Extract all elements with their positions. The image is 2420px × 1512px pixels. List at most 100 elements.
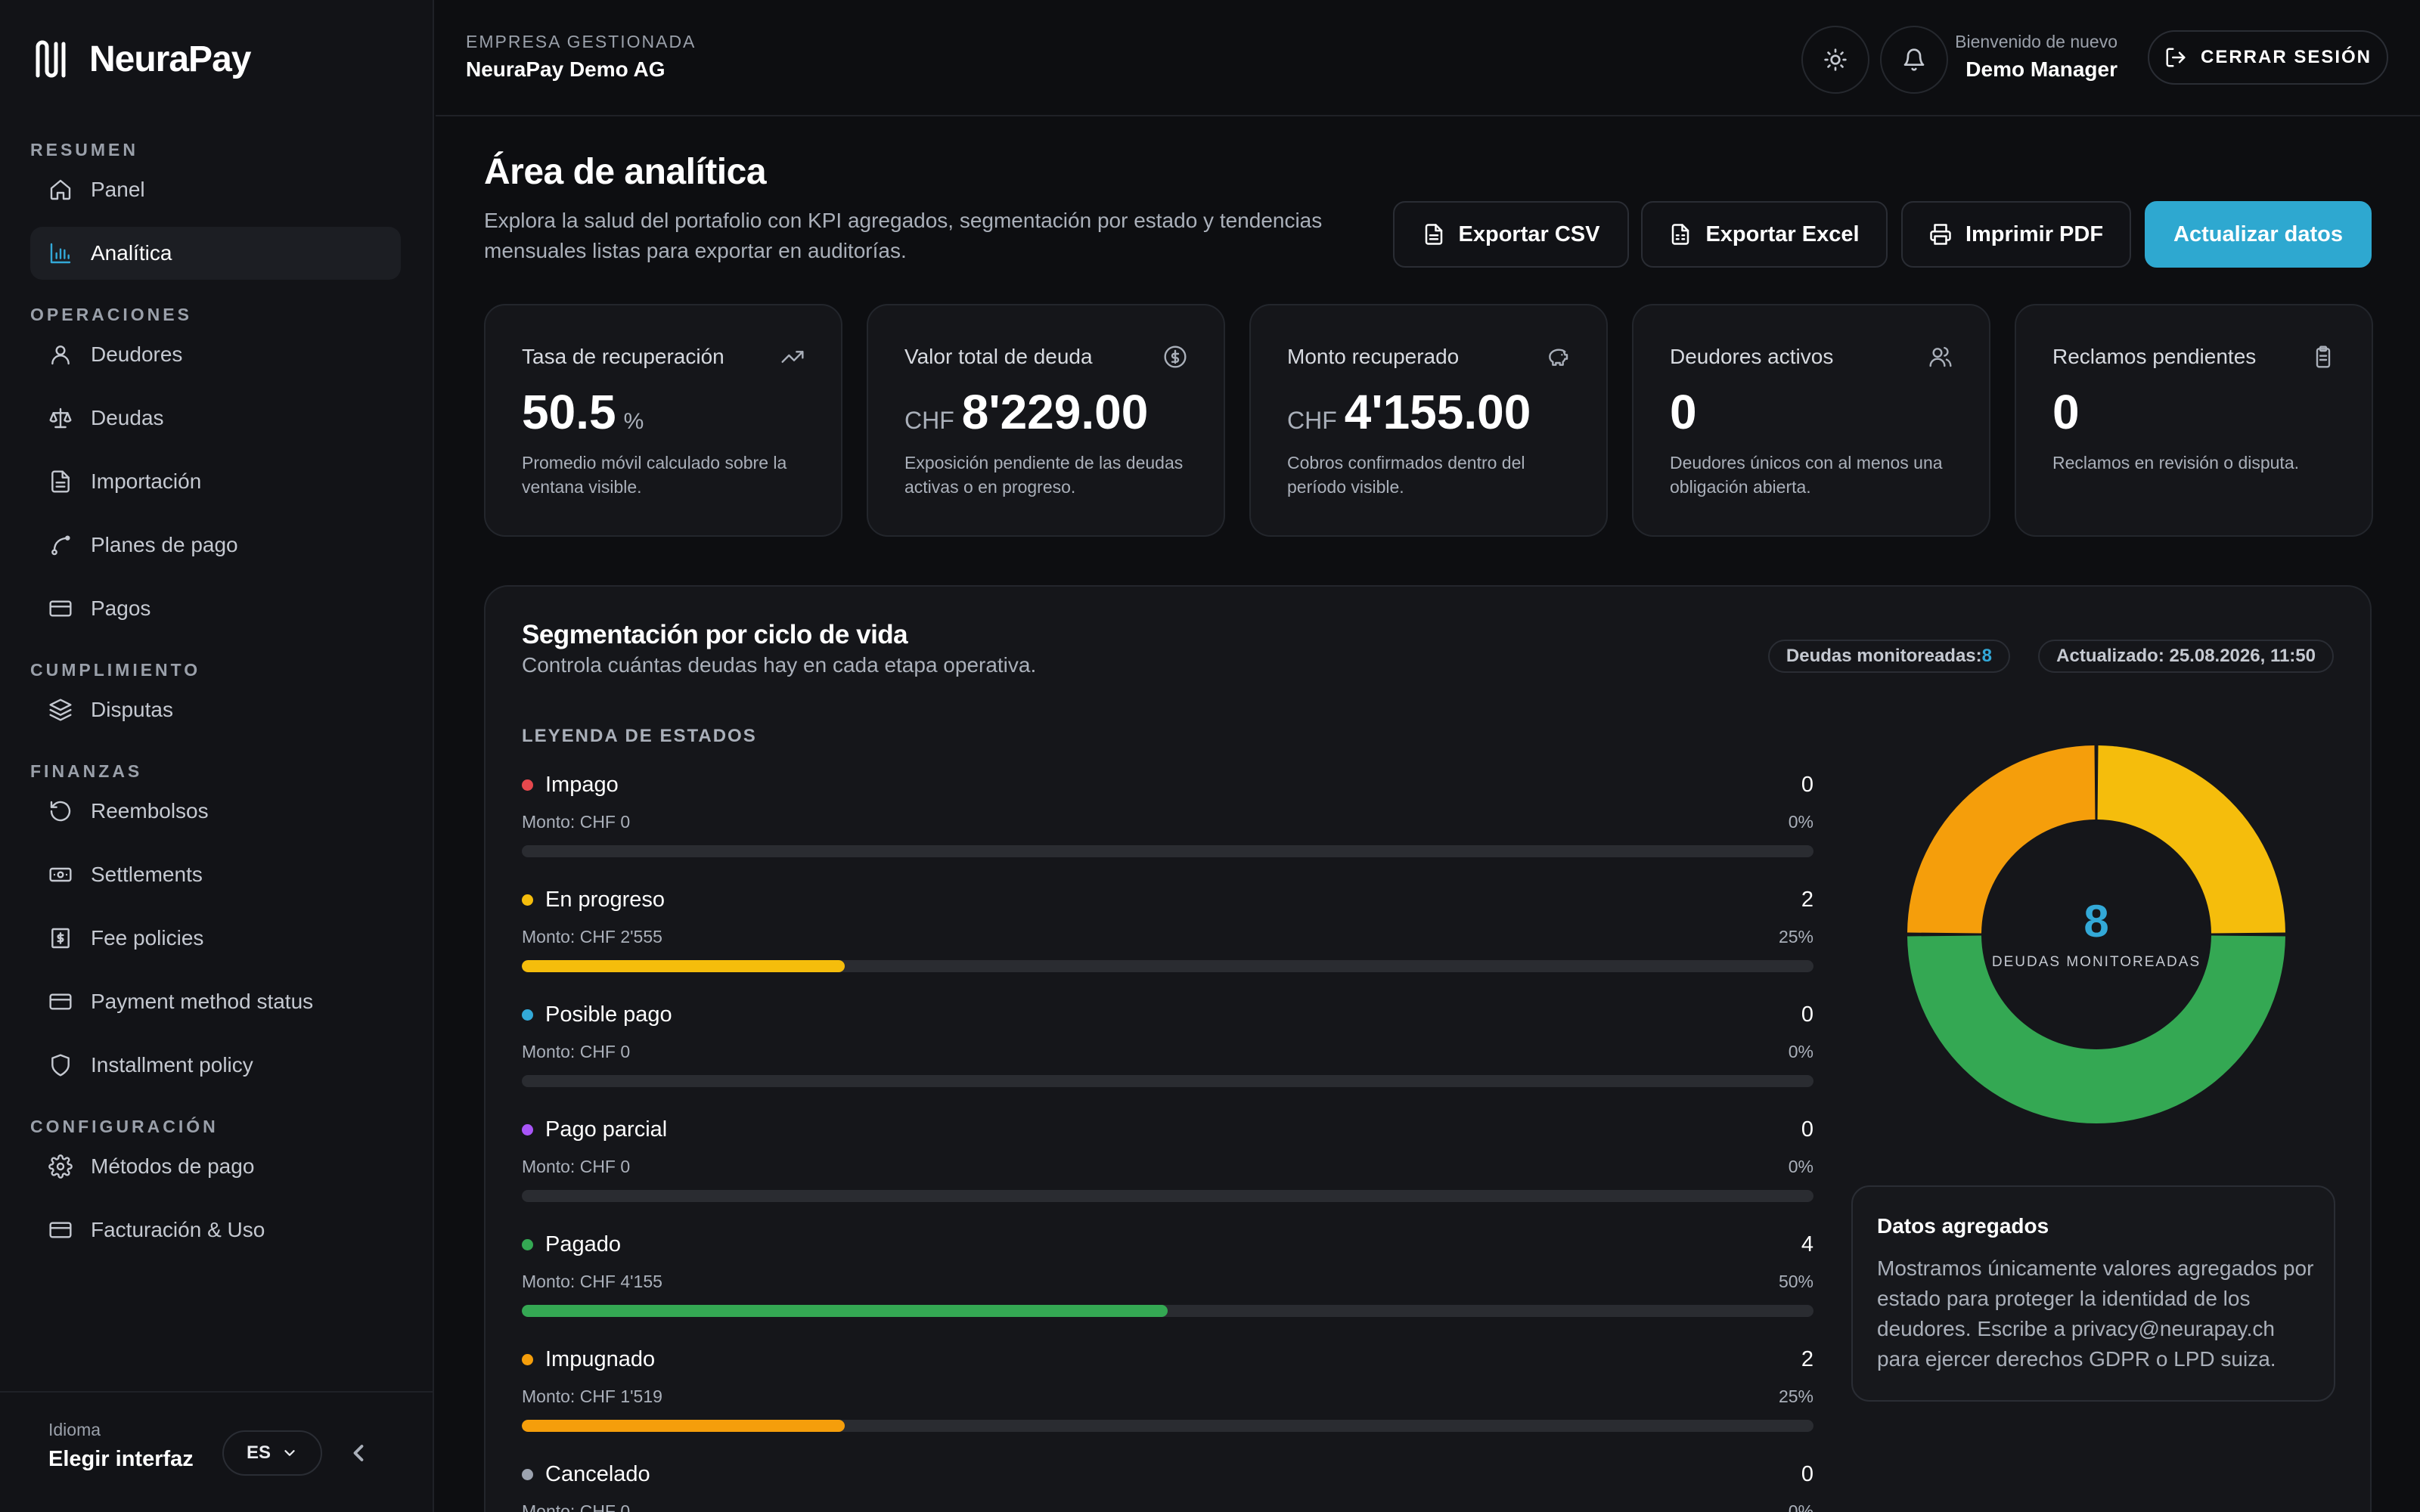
status-amount: Monto: CHF 4'155 <box>522 1272 662 1291</box>
status-name: Impago <box>545 773 619 797</box>
theme-toggle-button[interactable] <box>1801 26 1869 94</box>
status-amount: Monto: CHF 0 <box>522 1501 631 1512</box>
sidebar-item-settlements[interactable]: Settlements <box>30 848 401 901</box>
status-name: Impugnado <box>545 1347 656 1371</box>
monitored-debts-value: 8 <box>1981 646 1992 666</box>
file-spreadsheet-icon <box>1672 224 1689 245</box>
export-csv-button[interactable]: Exportar CSV <box>1393 201 1629 268</box>
users-icon <box>1929 346 1952 367</box>
nav-group-title: FINANZAS <box>30 761 143 781</box>
sidebar-item-fee-policies[interactable]: Fee policies <box>30 912 401 965</box>
refresh-icon <box>50 801 71 822</box>
kpi-value: 4'155.00 <box>1344 385 1531 439</box>
status-count: 0 <box>1801 1462 1813 1486</box>
sidebar-item-label: Settlements <box>91 863 203 886</box>
sidebar-item-importacion[interactable]: Importación <box>30 455 401 508</box>
user-name: Demo Manager <box>1965 57 2118 81</box>
kpi-value-group: 50.5% <box>522 384 644 440</box>
bell-icon <box>1903 48 1925 71</box>
kpi-value-group: CHF 8'229.00 <box>904 384 1148 440</box>
status-progress-track <box>522 1420 1813 1432</box>
sidebar-item-label: Fee policies <box>91 926 204 950</box>
notifications-button[interactable] <box>1880 26 1948 94</box>
status-percentage: 0% <box>1788 1501 1813 1512</box>
sidebar-item-metodos-de-pago[interactable]: Métodos de pago <box>30 1140 401 1193</box>
status-percentage: 0% <box>1788 1157 1813 1176</box>
status-amount: Monto: CHF 0 <box>522 1042 631 1061</box>
status-row: Pagado 4 Monto: CHF 4'155 50% <box>522 1232 1813 1323</box>
export-excel-button[interactable]: Exportar Excel <box>1641 201 1888 268</box>
language-select[interactable]: ES <box>222 1430 322 1476</box>
user-icon <box>51 345 70 365</box>
recovered-amount-card: Monto recuperado CHF 4'155.00 Cobros confir… <box>1249 304 1608 537</box>
kpi-value: 50.5 <box>522 385 616 439</box>
gear-icon <box>48 1154 73 1179</box>
home-icon <box>50 179 71 200</box>
sidebar-item-label: Panel <box>91 178 145 201</box>
export-csv-label: Exportar CSV <box>1458 222 1600 246</box>
status-count: 2 <box>1801 888 1813 912</box>
page-title: Área de analítica <box>484 152 767 192</box>
sidebar-item-disputas[interactable]: Disputas <box>30 683 401 736</box>
scale-icon <box>49 407 72 429</box>
status-percentage: 25% <box>1778 927 1813 947</box>
kpi-value: 8'229.00 <box>961 385 1149 439</box>
brand[interactable]: NeuraPay <box>33 38 251 80</box>
kpi-currency: CHF <box>1287 407 1337 434</box>
recovery-rate-card: Tasa de recuperación 50.5% Promedio móvil … <box>484 304 842 537</box>
sidebar-item-planes-de-pago[interactable]: Planes de pago <box>30 519 401 572</box>
sidebar-item-pagos[interactable]: Pagos <box>30 582 401 635</box>
sidebar-item-label: Pagos <box>91 596 151 620</box>
status-progress-track <box>522 1075 1813 1087</box>
pending-claims-card: Reclamos pendientes 0 Reclamos en revisión… <box>2015 304 2373 537</box>
kpi-description: Cobros confirmados dentro del período vi… <box>1287 453 1525 497</box>
brand-name: NeuraPay <box>89 39 251 79</box>
status-row: En progreso 2 Monto: CHF 2'555 25% <box>522 888 1813 978</box>
segmentation-subtitle: Controla cuántas deudas hay en cada etap… <box>522 653 1037 677</box>
sidebar-item-label: Métodos de pago <box>91 1154 255 1178</box>
chevron-down-icon <box>284 1450 295 1456</box>
kpi-value: 0 <box>1670 385 1697 439</box>
aggregated-data-notice: Datos agregados Mostramos únicamente val… <box>1851 1185 2335 1402</box>
active-debtors-card: Deudores activos 0 Deudores únicos con al … <box>1632 304 1990 537</box>
segmentation-panel: Segmentación por ciclo de vida Controla … <box>484 585 2372 1512</box>
file-icon <box>1425 224 1442 245</box>
segmentation-title: Segmentación por ciclo de vida <box>522 620 908 649</box>
refresh-data-button[interactable]: Actualizar datos <box>2145 201 2372 268</box>
refresh-data-label: Actualizar datos <box>2173 222 2343 246</box>
receipt-icon <box>51 928 70 949</box>
kpi-description: Exposición pendiente de las deudas activ… <box>904 453 1184 497</box>
print-pdf-button[interactable]: Imprimir PDF <box>1901 201 2131 268</box>
logout-button[interactable]: CERRAR SESIÓN <box>2148 30 2388 85</box>
status-dot <box>522 1354 533 1365</box>
sidebar-nav: RESUMEN Panel Analítica OPERACIONES Deudores… <box>30 130 401 1267</box>
collapse-sidebar-icon[interactable] <box>345 1439 372 1467</box>
sidebar-item-installment-policy[interactable]: Installment policy <box>30 1039 401 1092</box>
status-dot <box>522 1469 533 1480</box>
sidebar-item-analitica[interactable]: Analítica <box>30 227 401 280</box>
status-row: Posible pago 0 Monto: CHF 0 0% <box>522 1002 1813 1093</box>
sidebar-item-deudores[interactable]: Deudores <box>30 328 401 381</box>
sidebar-item-payment-method-status[interactable]: Payment method status <box>30 975 401 1028</box>
sidebar-footer: Idioma Elegir interfaz ES <box>0 1391 433 1512</box>
sidebar-item-panel[interactable]: Panel <box>30 163 401 216</box>
status-label: Pagado <box>522 1232 621 1257</box>
sidebar-item-reembolsos[interactable]: Reembolsos <box>30 785 401 838</box>
sidebar-item-label: Facturación & Uso <box>91 1218 265 1241</box>
nav-group-title: CONFIGURACIÓN <box>30 1117 219 1136</box>
kpi-label: Tasa de recuperación <box>522 345 724 368</box>
notice-title: Datos agregados <box>1877 1214 2049 1238</box>
status-label: Posible pago <box>522 1002 672 1027</box>
kpi-label: Deudores activos <box>1670 345 1834 368</box>
sidebar-item-deudas[interactable]: Deudas <box>30 392 401 445</box>
sidebar-item-label: Planes de pago <box>91 533 238 556</box>
sidebar-item-facturacion-uso[interactable]: Facturación & Uso <box>30 1204 401 1256</box>
total-debt-card: Valor total de deuda CHF 8'229.00 Exposició… <box>867 304 1225 537</box>
nav-group-title: RESUMEN <box>30 140 139 160</box>
kpi-value: 0 <box>2052 385 2080 439</box>
status-row: Cancelado 0 Monto: CHF 0 0% <box>522 1462 1813 1512</box>
language-caption: Idioma <box>48 1420 101 1439</box>
bar-chart-icon <box>50 243 71 264</box>
kpi-description: Reclamos en revisión o disputa. <box>2052 453 2299 472</box>
credit-card-icon <box>49 600 72 617</box>
